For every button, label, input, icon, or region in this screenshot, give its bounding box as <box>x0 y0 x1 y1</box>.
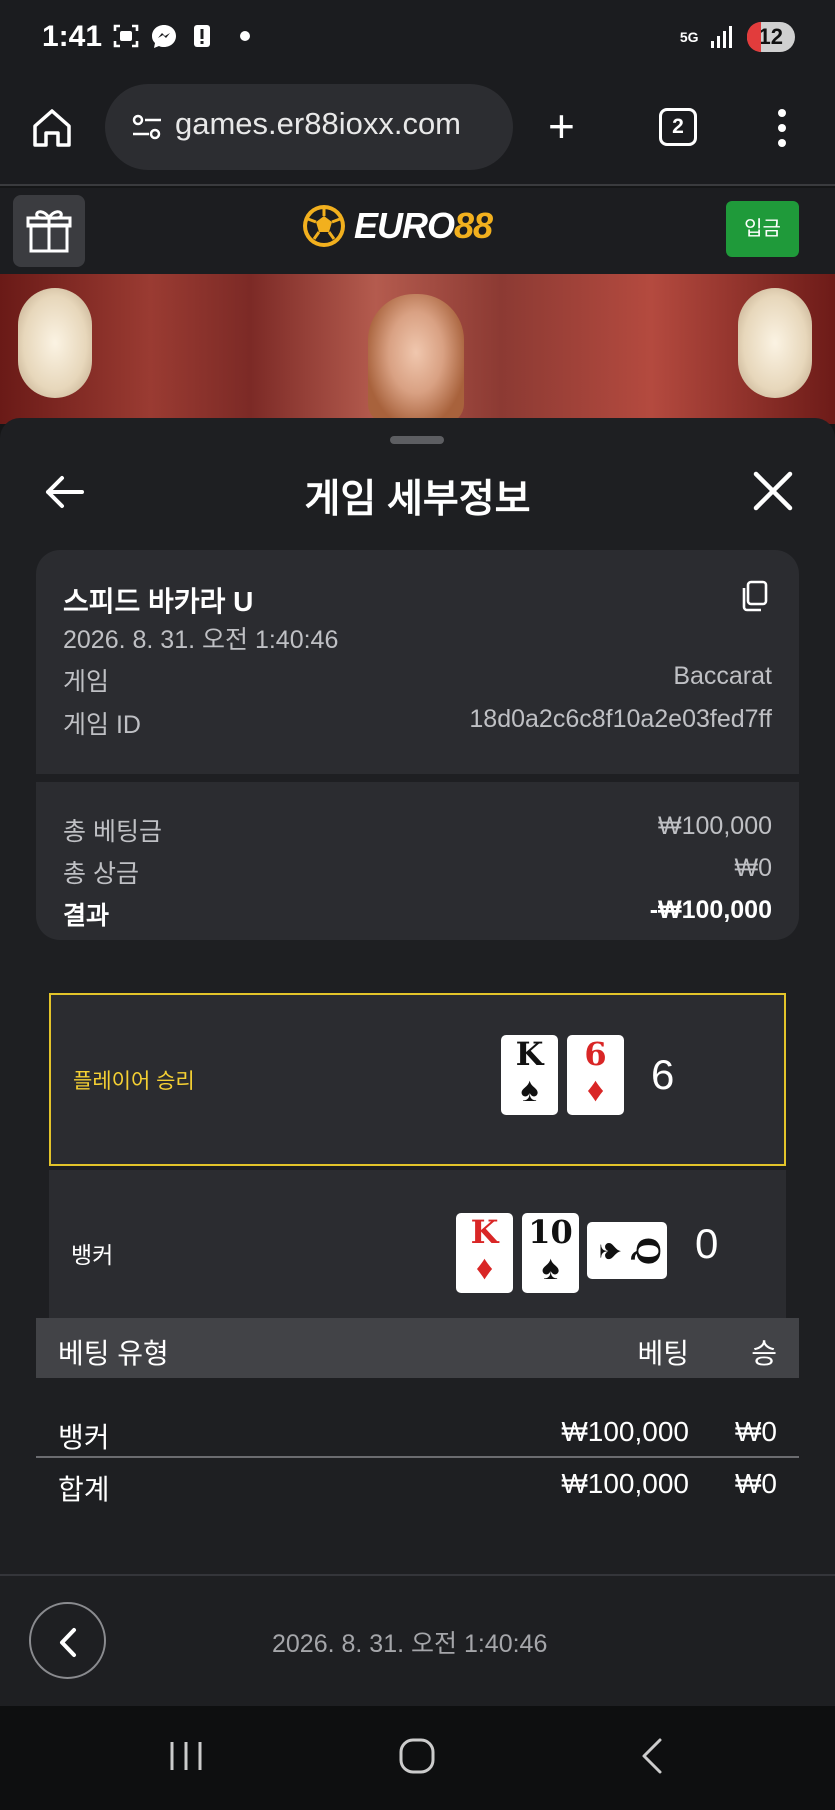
card-rank: K <box>515 1035 544 1073</box>
close-icon[interactable] <box>750 468 796 514</box>
tab-switcher-button[interactable]: 2 <box>659 108 697 146</box>
game-name: 스피드 바카라 U <box>63 586 254 617</box>
logo-text-accent: 88 <box>454 205 493 246</box>
dealer-video <box>368 294 464 424</box>
card-rank: Q <box>628 1237 667 1265</box>
divider <box>36 774 799 782</box>
divider <box>0 1574 835 1576</box>
card-suit: ♠ <box>541 1249 560 1287</box>
result-label: 결과 <box>63 902 110 930</box>
playing-card: K ♠ <box>501 1035 558 1115</box>
total-label: 총 베팅금 <box>63 818 162 846</box>
table-total-row: 합계 ₩100,000 ₩0 <box>36 1458 799 1506</box>
browser-toolbar: games.er88ioxx.com + 2 <box>0 78 835 186</box>
site-header: EURO88 입금 <box>0 188 835 274</box>
total-label: 총 상금 <box>63 860 139 888</box>
column-bet: 베팅 <box>637 1338 689 1369</box>
game-info-card: 스피드 바카라 U 2026. 8. 31. 오전 1:40:46 게임 Bacc… <box>36 550 799 940</box>
screen: 1:41 5G 12 games.er88ioxx.com + 2 EURO88… <box>0 0 835 1810</box>
site-logo[interactable]: EURO88 <box>300 202 493 250</box>
bet-amount-cell: ₩100,000 <box>561 1416 689 1447</box>
total-value: ₩0 <box>734 854 773 882</box>
playing-card: 6 ♦ <box>567 1035 624 1115</box>
more-menu-icon[interactable] <box>775 108 789 148</box>
table-row: 뱅커 ₩100,000 ₩0 <box>36 1406 799 1454</box>
banker-result-box: 뱅커 K ♦ 10 ♠ Q ♠ 0 <box>49 1170 786 1336</box>
live-game-banner <box>0 274 835 424</box>
card-suit: ♦ <box>586 1071 605 1109</box>
info-row-game: 게임 Baccarat <box>63 662 772 698</box>
back-nav-icon[interactable] <box>632 1736 672 1776</box>
card-suit: ♠ <box>520 1071 539 1109</box>
banker-score: 0 <box>695 1220 719 1267</box>
result-row: 결과 -₩100,000 <box>63 896 772 932</box>
total-label-cell: 합계 <box>58 1474 110 1505</box>
address-bar[interactable]: games.er88ioxx.com <box>105 84 513 170</box>
status-dot-icon <box>240 31 250 41</box>
card-suit: ♦ <box>475 1249 494 1287</box>
bet-type-cell: 뱅커 <box>58 1422 110 1453</box>
battery-indicator: 12 <box>746 22 795 52</box>
card-rank: 6 <box>584 1035 607 1073</box>
lantern-left <box>18 288 92 398</box>
total-win-cell: ₩0 <box>735 1468 777 1499</box>
info-value: 18d0a2c6c8f10a2e03fed7ff <box>469 705 772 733</box>
lantern-right <box>738 288 812 398</box>
playing-card: 10 ♠ <box>522 1213 579 1293</box>
total-bet-cell: ₩100,000 <box>561 1468 689 1499</box>
chevron-left-icon <box>60 1628 76 1657</box>
game-details-sheet: 게임 세부정보 스피드 바카라 U 2026. 8. 31. 오전 1:40:4… <box>0 418 835 1706</box>
column-bet-type: 베팅 유형 <box>58 1338 169 1369</box>
gift-button[interactable] <box>13 195 85 267</box>
info-value: Baccarat <box>673 662 772 690</box>
site-settings-icon[interactable] <box>131 112 163 142</box>
logo-text-main: EURO <box>354 205 455 246</box>
player-score: 6 <box>651 1051 675 1098</box>
info-label: 게임 <box>63 668 110 696</box>
info-label: 게임 ID <box>63 711 141 739</box>
total-bet-row: 총 베팅금 ₩100,000 <box>63 812 772 848</box>
total-value: ₩100,000 <box>658 812 772 840</box>
sheet-title: 게임 세부정보 <box>304 478 531 521</box>
playing-card: K ♦ <box>456 1213 513 1293</box>
messenger-icon <box>152 25 176 48</box>
signal-icon <box>710 26 732 48</box>
bet-table-header: 베팅 유형 베팅 승 <box>36 1318 799 1378</box>
system-nav-bar <box>0 1706 835 1810</box>
alert-icon <box>194 25 210 47</box>
game-datetime: 2026. 8. 31. 오전 1:40:46 <box>63 626 339 654</box>
banker-result-label: 뱅커 <box>71 1242 114 1268</box>
sheet-drag-handle[interactable] <box>390 436 444 444</box>
url-text: games.er88ioxx.com <box>175 106 462 141</box>
deposit-button[interactable]: 입금 <box>726 201 799 257</box>
column-win: 승 <box>751 1338 777 1369</box>
player-result-box: 플레이어 승리 K ♠ 6 ♦ 6 <box>49 993 786 1166</box>
status-time: 1:41 <box>42 20 103 53</box>
gift-icon <box>26 210 72 253</box>
status-notification-icons <box>112 22 250 50</box>
round-datetime: 2026. 8. 31. 오전 1:40:46 <box>272 1630 548 1658</box>
home-icon[interactable] <box>30 106 74 150</box>
copy-icon[interactable] <box>740 580 768 612</box>
recent-apps-icon[interactable] <box>166 1736 206 1776</box>
card-suit: ♠ <box>592 1241 631 1261</box>
playing-card-sideways: Q ♠ <box>587 1222 667 1279</box>
network-label: 5G <box>679 29 699 45</box>
screenshot-icon <box>113 24 139 48</box>
logo-text: EURO88 <box>354 205 493 247</box>
result-value: -₩100,000 <box>649 896 772 924</box>
status-system-icons: 5G 12 <box>680 22 795 52</box>
win-amount-cell: ₩0 <box>735 1416 777 1447</box>
home-nav-icon[interactable] <box>397 1736 437 1776</box>
status-bar: 1:41 5G 12 <box>0 0 835 78</box>
previous-round-button[interactable] <box>29 1602 106 1679</box>
total-win-row: 총 상금 ₩0 <box>63 854 772 890</box>
player-result-label: 플레이어 승리 <box>73 1070 195 1093</box>
soccer-ball-icon <box>303 205 345 247</box>
card-rank: K <box>470 1213 499 1251</box>
card-rank: 10 <box>528 1213 573 1251</box>
new-tab-button[interactable]: + <box>548 103 575 149</box>
info-row-game-id: 게임 ID 18d0a2c6c8f10a2e03fed7ff <box>63 705 772 741</box>
